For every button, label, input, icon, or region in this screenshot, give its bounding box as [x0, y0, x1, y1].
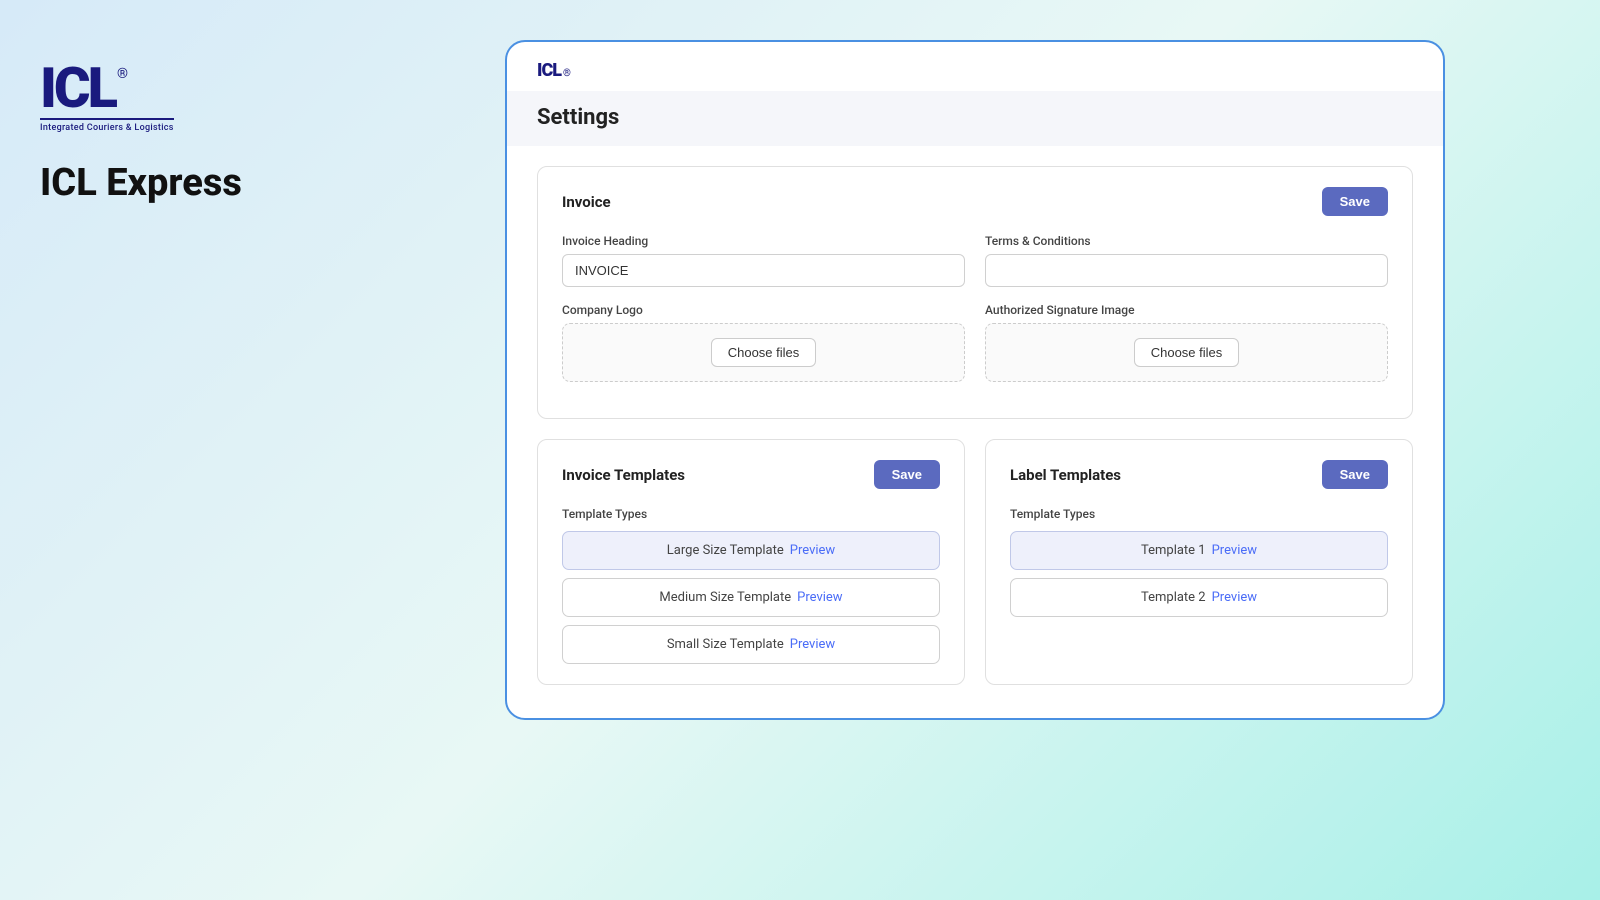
settings-title-bar: Settings: [507, 91, 1443, 146]
template-row-2[interactable]: Template 2 Preview: [1010, 578, 1388, 617]
invoice-heading-group: Invoice Heading: [562, 234, 965, 287]
logo-badge: ICL ® Integrated Couriers & Logistics: [40, 60, 340, 133]
invoice-templates-save-button[interactable]: Save: [874, 460, 940, 489]
auth-sig-label: Authorized Signature Image: [985, 303, 1388, 317]
invoice-section: Invoice Save Invoice Heading Terms & Con…: [537, 166, 1413, 419]
icl-small-registered: ®: [563, 68, 571, 79]
label-templates-title: Label Templates: [1010, 466, 1121, 484]
template-1-preview-link[interactable]: Preview: [1212, 543, 1257, 558]
label-template-types-label: Template Types: [1010, 507, 1388, 521]
bottom-sections: Invoice Templates Save Template Types La…: [537, 439, 1413, 685]
card-header: ICL ®: [507, 42, 1443, 81]
template-row-medium[interactable]: Medium Size Template Preview: [562, 578, 940, 617]
terms-input[interactable]: [985, 254, 1388, 287]
auth-sig-upload-box: Choose files: [985, 323, 1388, 382]
template-2-label: Template 2: [1141, 590, 1206, 605]
template-small-label: Small Size Template: [667, 637, 784, 652]
template-row-large[interactable]: Large Size Template Preview: [562, 531, 940, 570]
main-panel: ICL ® Settings Invoice Save Invoice Head…: [380, 0, 1600, 760]
logo-subtitle: Integrated Couriers & Logistics: [40, 123, 174, 133]
invoice-section-title: Invoice: [562, 193, 611, 211]
invoice-template-types-label: Template Types: [562, 507, 940, 521]
logo-underline: [40, 118, 174, 120]
choose-files-button-2[interactable]: Choose files: [1134, 338, 1240, 367]
company-logo-group: Company Logo Choose files: [562, 303, 965, 382]
template-row-1[interactable]: Template 1 Preview: [1010, 531, 1388, 570]
template-large-label: Large Size Template: [667, 543, 784, 558]
invoice-templates-header: Invoice Templates Save: [562, 460, 940, 489]
template-medium-preview-link[interactable]: Preview: [797, 590, 842, 605]
template-large-preview-link[interactable]: Preview: [790, 543, 835, 558]
invoice-templates-section: Invoice Templates Save Template Types La…: [537, 439, 965, 685]
invoice-heading-input[interactable]: [562, 254, 965, 287]
auth-sig-group: Authorized Signature Image Choose files: [985, 303, 1388, 382]
label-templates-section: Label Templates Save Template Types Temp…: [985, 439, 1413, 685]
label-templates-header: Label Templates Save: [1010, 460, 1388, 489]
terms-group: Terms & Conditions: [985, 234, 1388, 287]
icl-small-logo: ICL ®: [537, 60, 1413, 81]
settings-title-text: Settings: [537, 105, 619, 130]
template-1-label: Template 1: [1141, 543, 1206, 558]
registered-icon: ®: [117, 66, 128, 82]
icl-small-text: ICL: [537, 60, 561, 81]
label-templates-save-button[interactable]: Save: [1322, 460, 1388, 489]
company-logo-label: Company Logo: [562, 303, 965, 317]
settings-card: ICL ® Settings Invoice Save Invoice Head…: [505, 40, 1445, 720]
template-row-small[interactable]: Small Size Template Preview: [562, 625, 940, 664]
invoice-form-row-1: Invoice Heading Terms & Conditions: [562, 234, 1388, 287]
choose-files-button-1[interactable]: Choose files: [711, 338, 817, 367]
logo-area: ICL ® Integrated Couriers & Logistics IC…: [40, 60, 340, 205]
company-logo-upload-box: Choose files: [562, 323, 965, 382]
company-name: ICL Express: [40, 161, 340, 205]
invoice-section-header: Invoice Save: [562, 187, 1388, 216]
invoice-form-row-2: Company Logo Choose files Authorized Sig…: [562, 303, 1388, 382]
invoice-save-button[interactable]: Save: [1322, 187, 1388, 216]
template-small-preview-link[interactable]: Preview: [790, 637, 835, 652]
template-medium-label: Medium Size Template: [659, 590, 791, 605]
template-2-preview-link[interactable]: Preview: [1212, 590, 1257, 605]
left-panel: ICL ® Integrated Couriers & Logistics IC…: [0, 0, 380, 265]
card-body: Invoice Save Invoice Heading Terms & Con…: [507, 146, 1443, 705]
invoice-heading-label: Invoice Heading: [562, 234, 965, 248]
invoice-templates-title: Invoice Templates: [562, 466, 685, 484]
logo-letters: ICL: [40, 60, 115, 116]
terms-label: Terms & Conditions: [985, 234, 1388, 248]
